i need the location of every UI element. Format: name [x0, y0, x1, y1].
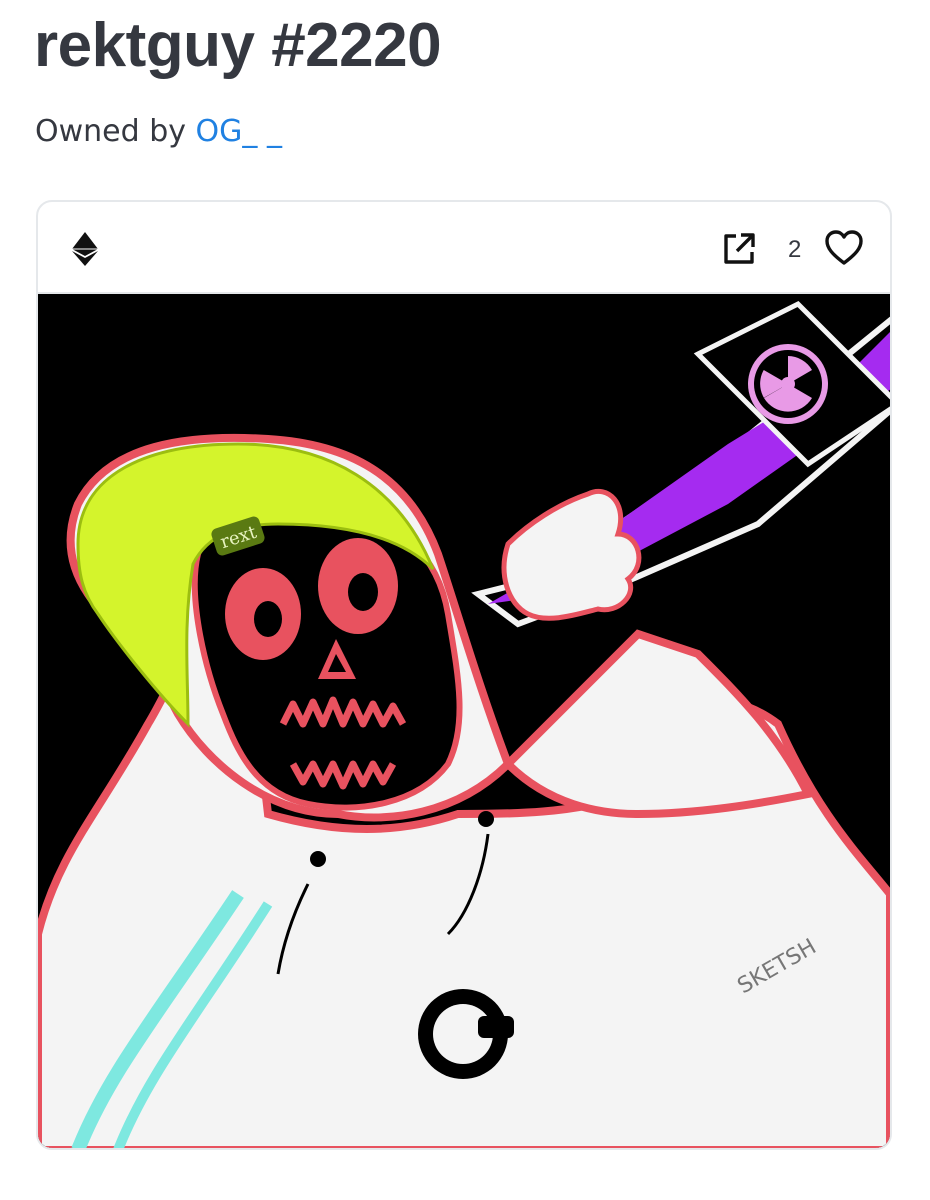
rektguy-illustration: rext SKETSH [38, 294, 890, 1148]
external-link-icon[interactable] [722, 232, 756, 266]
ethereum-icon [72, 232, 98, 266]
asset-card: 2 rext SKETSH [36, 200, 892, 1150]
owner-link[interactable]: OG_ _ [196, 114, 282, 149]
card-header: 2 [38, 202, 890, 294]
favorites-count: 2 [788, 236, 802, 263]
heart-outline-icon[interactable] [824, 229, 864, 267]
nft-artwork: rext SKETSH [38, 294, 890, 1148]
owned-by-label: Owned by [35, 114, 186, 149]
owner-line: Owned by OG_ _ [35, 114, 282, 149]
page-title: rektguy #2220 [34, 11, 442, 80]
